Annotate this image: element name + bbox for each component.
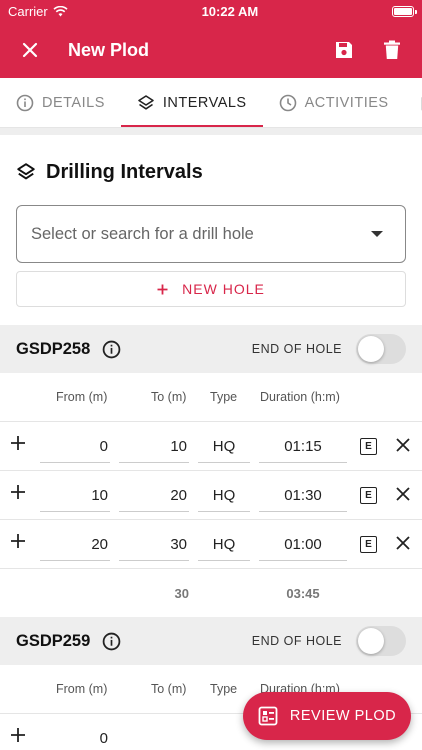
column-headers: From (m) To (m) Type Duration (h:m) bbox=[0, 373, 422, 422]
wifi-icon bbox=[53, 5, 68, 16]
hole-header: GSDP258 END OF HOLE bbox=[0, 325, 422, 373]
drill-hole-select-placeholder: Select or search for a drill hole bbox=[31, 224, 254, 243]
col-duration: Duration (h:m) bbox=[260, 390, 340, 404]
layers-icon bbox=[17, 163, 35, 180]
end-of-hole-label: END OF HOLE bbox=[251, 634, 342, 648]
carrier-label: Carrier bbox=[8, 3, 48, 19]
new-hole-button[interactable]: NEW HOLE bbox=[16, 271, 406, 307]
interval-row: 10 20 HQ 01:30 E bbox=[0, 471, 422, 520]
remove-interval-icon[interactable] bbox=[396, 438, 410, 452]
col-to: To (m) bbox=[151, 682, 187, 696]
tab-intervals[interactable]: INTERVALS bbox=[120, 78, 263, 127]
from-input[interactable]: 20 bbox=[40, 528, 110, 561]
toggle-knob bbox=[358, 628, 384, 654]
duration-input[interactable]: 01:00 bbox=[259, 528, 347, 561]
add-interval-icon[interactable] bbox=[10, 727, 26, 743]
total-to: 30 bbox=[174, 586, 189, 601]
edit-icon[interactable]: E bbox=[360, 536, 377, 553]
to-input[interactable]: 30 bbox=[119, 528, 189, 561]
totals-row: 30 03:45 bbox=[0, 569, 422, 617]
remove-interval-icon[interactable] bbox=[396, 536, 410, 550]
end-of-hole-label: END OF HOLE bbox=[251, 342, 342, 356]
col-from: From (m) bbox=[56, 682, 108, 696]
to-input[interactable]: 10 bbox=[119, 430, 189, 463]
tab-activities-label: ACTIVITIES bbox=[304, 94, 389, 111]
checklist-icon bbox=[258, 706, 278, 726]
type-input[interactable]: HQ bbox=[198, 528, 250, 561]
tab-details[interactable]: DETAILS bbox=[0, 78, 121, 127]
tab-bar: DETAILS INTERVALS ACTIVITIES bbox=[0, 78, 422, 128]
save-button[interactable] bbox=[326, 32, 362, 68]
tab-details-label: DETAILS bbox=[42, 94, 105, 111]
tab-activities[interactable]: ACTIVITIES bbox=[263, 78, 405, 127]
type-input[interactable]: HQ bbox=[198, 479, 250, 512]
clock-icon bbox=[279, 94, 296, 111]
section-header: Drilling Intervals bbox=[0, 135, 422, 191]
plus-icon bbox=[157, 284, 168, 294]
tab-intervals-label: INTERVALS bbox=[162, 94, 247, 111]
add-interval-icon[interactable] bbox=[10, 484, 26, 500]
from-input[interactable]: 10 bbox=[40, 479, 110, 512]
caret-down-icon bbox=[371, 231, 383, 237]
hole-header: GSDP259 END OF HOLE bbox=[0, 617, 422, 665]
remove-interval-icon[interactable] bbox=[396, 487, 410, 501]
page-title: New Plod bbox=[68, 39, 150, 60]
close-icon bbox=[22, 42, 38, 58]
end-of-hole-toggle[interactable] bbox=[356, 334, 406, 364]
app-bar: New Plod bbox=[0, 22, 422, 78]
edit-icon[interactable]: E bbox=[360, 487, 377, 504]
save-icon bbox=[336, 42, 352, 58]
interval-row: 0 10 HQ 01:15 E bbox=[0, 422, 422, 471]
battery-icon bbox=[392, 5, 417, 17]
close-button[interactable] bbox=[12, 32, 48, 68]
info-icon[interactable] bbox=[102, 632, 121, 651]
delete-button[interactable] bbox=[374, 32, 410, 68]
col-to: To (m) bbox=[151, 390, 187, 404]
divider bbox=[0, 128, 422, 135]
status-bar: Carrier 10:22 AM bbox=[0, 0, 422, 22]
new-hole-label: NEW HOLE bbox=[182, 281, 265, 297]
duration-input[interactable]: 01:30 bbox=[259, 479, 347, 512]
section-title: Drilling Intervals bbox=[46, 160, 203, 183]
from-input[interactable]: 0 bbox=[40, 722, 110, 750]
hole-name: GSDP259 bbox=[16, 631, 91, 650]
to-input[interactable]: 20 bbox=[119, 479, 189, 512]
type-input[interactable]: HQ bbox=[198, 430, 250, 463]
col-type: Type bbox=[210, 682, 238, 696]
info-icon[interactable] bbox=[102, 340, 121, 359]
info-icon bbox=[16, 94, 34, 111]
from-input[interactable]: 0 bbox=[40, 430, 110, 463]
end-of-hole-toggle[interactable] bbox=[356, 626, 406, 656]
total-duration: 03:45 bbox=[286, 586, 320, 601]
add-interval-icon[interactable] bbox=[10, 533, 26, 549]
col-from: From (m) bbox=[56, 390, 108, 404]
review-plod-label: REVIEW PLOD bbox=[289, 708, 397, 724]
review-plod-button[interactable]: REVIEW PLOD bbox=[243, 692, 411, 740]
trash-icon bbox=[384, 40, 400, 59]
interval-row: 20 30 HQ 01:00 E bbox=[0, 520, 422, 569]
hole-name: GSDP258 bbox=[16, 339, 91, 358]
status-time: 10:22 AM bbox=[201, 3, 259, 19]
duration-input[interactable]: 01:15 bbox=[259, 430, 347, 463]
tab-more[interactable] bbox=[405, 78, 422, 127]
edit-icon[interactable]: E bbox=[360, 438, 377, 455]
add-interval-icon[interactable] bbox=[10, 435, 26, 451]
layers-icon bbox=[138, 94, 154, 110]
col-type: Type bbox=[210, 390, 238, 404]
toggle-knob bbox=[358, 336, 384, 362]
drill-hole-select[interactable]: Select or search for a drill hole bbox=[16, 205, 406, 263]
